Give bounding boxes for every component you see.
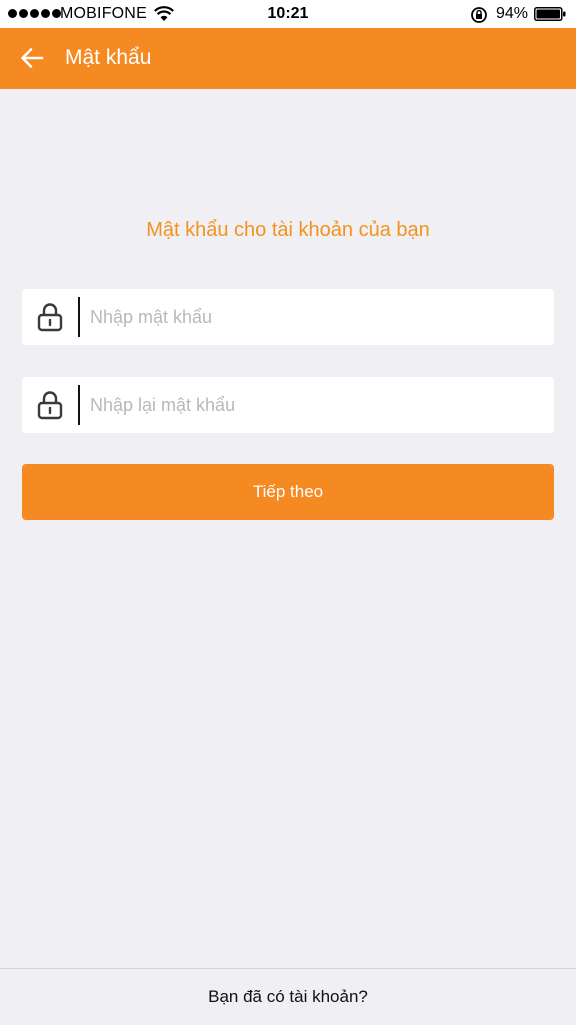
password-field[interactable] <box>22 289 554 345</box>
confirm-password-field[interactable] <box>22 377 554 433</box>
password-input[interactable] <box>90 297 540 337</box>
confirm-password-input[interactable] <box>90 385 540 425</box>
lock-icon <box>37 303 63 332</box>
form-headline: Mật khẩu cho tài khoản của bạn <box>146 219 430 241</box>
page-title: Mật khẩu <box>65 46 152 69</box>
text-caret <box>78 385 80 425</box>
battery-percentage: 94% <box>496 5 529 22</box>
login-link[interactable]: Bạn đã có tài khoản? <box>0 987 576 1007</box>
status-bar: MOBIFONE 10:21 94% <box>0 0 576 28</box>
footer: Bạn đã có tài khoản? <box>0 968 576 1025</box>
lock-icon <box>37 391 63 420</box>
text-caret <box>78 297 80 337</box>
next-button[interactable]: Tiếp theo <box>22 464 554 520</box>
back-button[interactable] <box>10 38 54 78</box>
navigation-bar: Mật khẩu <box>0 28 576 89</box>
battery-icon <box>534 7 566 21</box>
rotation-lock-icon <box>471 7 487 23</box>
clock: 10:21 <box>267 5 309 22</box>
arrow-left-icon <box>21 48 44 68</box>
